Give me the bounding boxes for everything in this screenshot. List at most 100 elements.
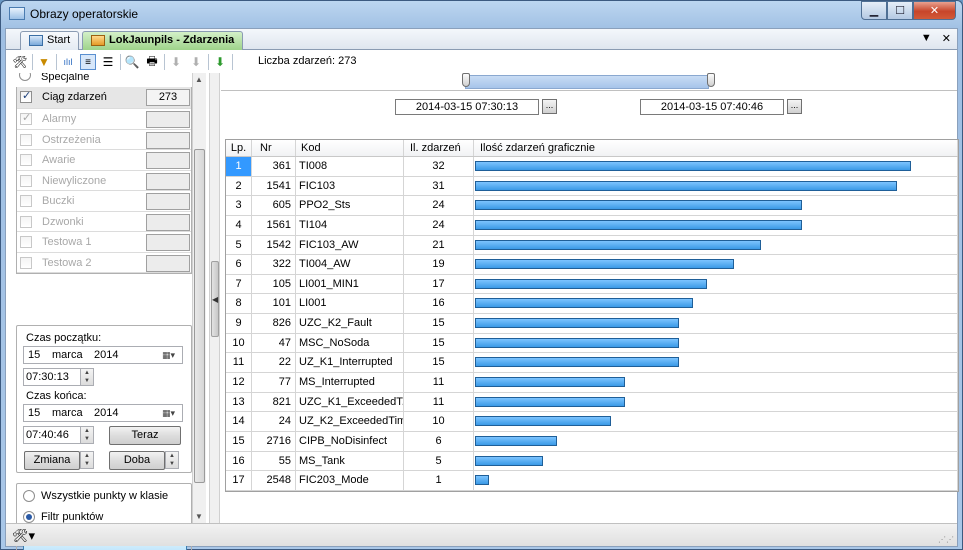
chart-view-button[interactable]: ılıl (60, 54, 76, 70)
points-filter-option[interactable]: Filtr punktów (23, 511, 103, 524)
all-points-option[interactable]: Wszystkie punkty w klasie (23, 490, 168, 503)
left-panel-scrollbar[interactable]: ▲ ▼ (192, 73, 206, 523)
table-row[interactable]: 14 24 UZ_K2_ExceededTime 10 (226, 412, 958, 432)
category-buzzers[interactable]: Buczki (17, 191, 191, 212)
special-radio[interactable] (19, 73, 31, 81)
failures-checkbox[interactable] (20, 154, 32, 166)
header-nr[interactable]: Nr (252, 140, 296, 156)
table-row[interactable]: 11 22 UZ_K1_Interrupted 15 (226, 353, 958, 374)
table-row[interactable]: 9 826 UZC_K2_Fault 15 (226, 314, 958, 334)
print-button[interactable]: 🖶 (144, 54, 160, 70)
table-row[interactable]: 3 605 PPO2_Sts 24 (226, 196, 958, 216)
table-row[interactable]: 16 55 MS_Tank 5 (226, 451, 958, 472)
panel-splitter[interactable]: ◀ (209, 73, 220, 523)
filter-button[interactable]: ▼ (36, 54, 52, 70)
test-1-checkbox[interactable] (20, 236, 32, 248)
range-end-field[interactable]: 2014-03-15 07:40:46 (640, 99, 784, 115)
category-warnings[interactable]: Ostrzeżenia (17, 130, 191, 150)
scroll-down-icon[interactable]: ▼ (195, 512, 203, 521)
tab-close-icon[interactable]: ✕ (942, 32, 951, 45)
end-time-spinner[interactable]: ▲ ▼ (80, 426, 94, 444)
end-date-picker[interactable]: 15 marca 2014 ▦▾ (23, 404, 183, 422)
day-spinner[interactable]: ▲ ▼ (165, 451, 179, 469)
time-range-slider[interactable] (221, 73, 957, 91)
category-uncalculated[interactable]: Niewyliczone (17, 171, 191, 191)
sort-view-button[interactable]: ≡ (80, 54, 96, 70)
spin-down-icon[interactable]: ▼ (84, 461, 90, 467)
alarms-checkbox[interactable] (20, 111, 32, 125)
spin-up-icon[interactable]: ▲ (169, 453, 175, 459)
uncalculated-checkbox[interactable] (20, 174, 32, 187)
category-bells[interactable]: Dzwonki (17, 212, 191, 232)
category-alarms[interactable]: Alarmy (17, 109, 191, 130)
move-down-button[interactable]: ⬇ (168, 54, 184, 70)
calendar-dropdown-icon[interactable]: ▦▾ (162, 347, 178, 360)
tools-dropdown-icon[interactable]: 🛠▾ (12, 528, 35, 544)
header-kod[interactable]: Kod (296, 140, 404, 156)
spin-up-icon[interactable]: ▲ (84, 370, 90, 376)
category-test-1[interactable]: Testowa 1 (17, 232, 191, 253)
tools-button[interactable]: 🛠 (12, 54, 28, 70)
test-2-checkbox[interactable] (20, 256, 32, 269)
spin-down-icon[interactable]: ▼ (169, 461, 175, 467)
header-lp[interactable]: Lp. (226, 140, 252, 156)
range-end-handle[interactable] (707, 73, 715, 87)
table-row[interactable]: 13 821 UZC_K1_ExceededT... 11 (226, 392, 958, 413)
table-row[interactable]: 1 361 TI008 32 (226, 157, 958, 177)
scroll-up-icon[interactable]: ▲ (195, 75, 203, 84)
points-filter-radio[interactable] (23, 511, 35, 524)
tab-start[interactable]: Start (20, 31, 80, 50)
list-view-button[interactable]: ☰ (100, 54, 116, 70)
category-test-2[interactable]: Testowa 2 (17, 253, 191, 273)
table-row[interactable]: 10 47 MSC_NoSoda 15 (226, 333, 958, 354)
start-time-spinner[interactable]: ▲ ▼ (80, 368, 94, 386)
table-row[interactable]: 17 2548 FIC203_Mode 1 (226, 471, 958, 491)
close-button[interactable]: ✕ (913, 1, 956, 20)
download-button[interactable]: ⬇ (212, 54, 228, 70)
warnings-checkbox[interactable] (20, 133, 32, 146)
start-time-input[interactable]: 07:30:13 (23, 368, 87, 386)
category-failures[interactable]: Awarie (17, 150, 191, 171)
all-points-radio[interactable] (23, 490, 35, 503)
table-row[interactable]: 5 1542 FIC103_AW 21 (226, 235, 958, 256)
table-row[interactable]: 6 322 TI004_AW 19 (226, 255, 958, 275)
table-row[interactable]: 2 1541 FIC103 31 (226, 176, 958, 197)
table-row[interactable]: 4 1561 TI104 24 (226, 215, 958, 236)
table-row[interactable]: 8 101 LI001 16 (226, 294, 958, 315)
title-bar[interactable]: Obrazy operatorskie ▁ ☐ ✕ (1, 1, 962, 28)
spin-up-icon[interactable]: ▲ (84, 453, 90, 459)
spin-down-icon[interactable]: ▼ (84, 436, 90, 442)
range-end-browse-button[interactable]: ... (787, 99, 802, 114)
range-start-browse-button[interactable]: ... (542, 99, 557, 114)
table-row[interactable]: 15 2716 CIPB_NoDisinfect 6 (226, 431, 958, 452)
start-date-picker[interactable]: 15 marca 2014 ▦▾ (23, 346, 183, 364)
move-bottom-button[interactable]: ⬇ (188, 54, 204, 70)
table-row[interactable]: 12 77 MS_Interrupted 11 (226, 373, 958, 393)
resize-grip-icon[interactable]: ⋰⋰ (938, 535, 954, 544)
event-sequence-checkbox[interactable] (20, 89, 32, 103)
day-button[interactable]: Doba (109, 451, 165, 470)
spin-up-icon[interactable]: ▲ (84, 428, 90, 434)
maximize-button[interactable]: ☐ (887, 1, 913, 20)
scroll-thumb[interactable] (194, 149, 205, 483)
change-spinner[interactable]: ▲ ▼ (80, 451, 94, 469)
range-start-field[interactable]: 2014-03-15 07:30:13 (395, 99, 539, 115)
header-count[interactable]: Il. zdarzeń (404, 140, 474, 156)
end-time-input[interactable]: 07:40:46 (23, 426, 87, 444)
change-button[interactable]: Zmiana (24, 451, 80, 470)
buzzers-checkbox[interactable] (20, 195, 32, 207)
calendar-dropdown-icon[interactable]: ▦▾ (162, 405, 178, 418)
minimize-button[interactable]: ▁ (861, 1, 887, 20)
print-preview-button[interactable]: 🔍 (124, 54, 140, 70)
spin-down-icon[interactable]: ▼ (84, 378, 90, 384)
header-bar[interactable]: Ilość zdarzeń graficznie (474, 140, 958, 156)
collapse-panel-icon[interactable]: ◀ (211, 261, 219, 337)
now-button[interactable]: Teraz (109, 426, 181, 445)
bells-checkbox[interactable] (20, 215, 32, 228)
tab-events[interactable]: LokJaunpils - Zdarzenia (82, 31, 244, 50)
tab-list-dropdown-icon[interactable]: ▼ (921, 32, 932, 45)
table-row[interactable]: 7 105 LI001_MIN1 17 (226, 274, 958, 295)
category-event-sequence[interactable]: Ciąg zdarzeń 273 (17, 87, 191, 109)
range-start-handle[interactable] (462, 73, 470, 87)
category-special[interactable]: Specjalne (16, 73, 192, 87)
